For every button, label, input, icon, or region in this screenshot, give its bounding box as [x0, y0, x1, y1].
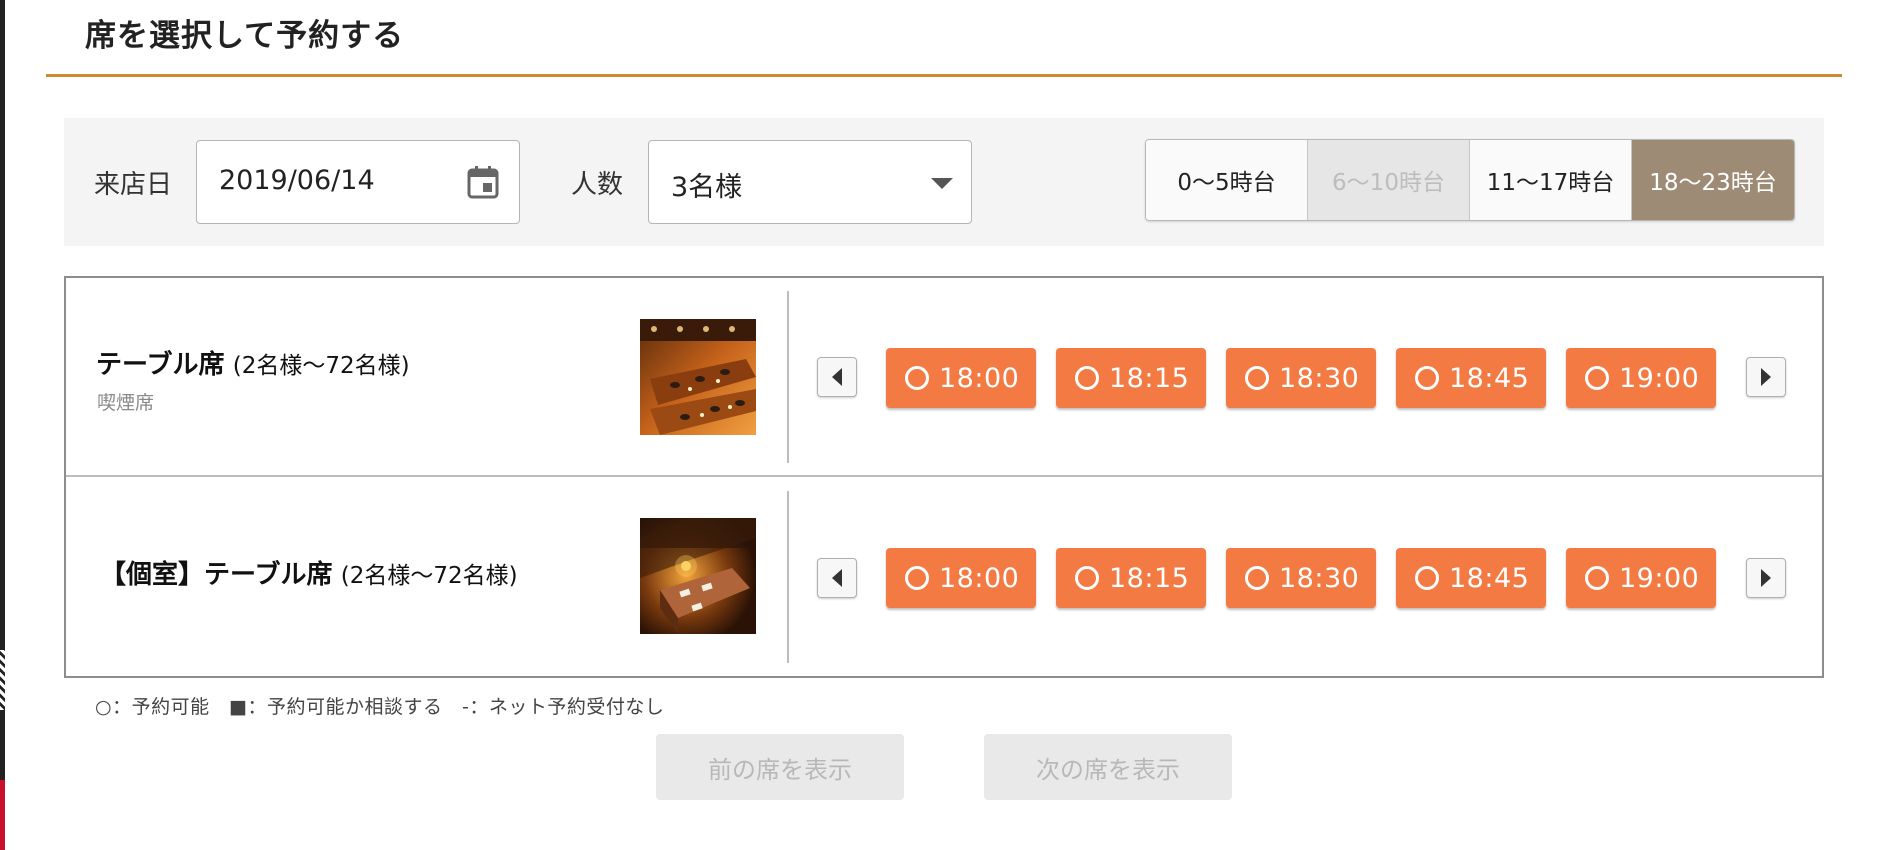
time-slot-button[interactable]: 18:15	[1056, 548, 1206, 608]
available-circle-icon	[1075, 566, 1099, 590]
row-divider	[787, 291, 789, 463]
seat-name: テーブル席 (2名様〜72名様)	[96, 344, 410, 381]
available-circle-icon	[1585, 366, 1609, 390]
title-divider	[46, 74, 1842, 77]
chevron-down-icon	[931, 178, 953, 189]
seat-capacity: (2名様〜72名様)	[340, 563, 518, 589]
private-room-photo	[640, 518, 756, 634]
page-title: 席を選択して予約する	[85, 18, 405, 54]
hour-range-18-23[interactable]: 18〜23時台	[1632, 140, 1794, 220]
availability-legend: ○：予約可能 ■：予約可能か相談する -：ネット予約受付なし	[95, 696, 665, 718]
seat-capacity: (2名様〜72名様)	[232, 353, 410, 379]
prev-times-button[interactable]	[817, 357, 857, 397]
available-circle-icon	[1585, 566, 1609, 590]
chevron-left-icon	[832, 569, 842, 587]
date-field[interactable]: 2019/06/14	[196, 140, 520, 224]
seat-row-private-room: 【個室】テーブル席 (2名様〜72名様) 18:00 18:15 18:30 1…	[66, 478, 1822, 677]
prev-times-button[interactable]	[817, 558, 857, 598]
seat-name: 【個室】テーブル席 (2名様〜72名様)	[100, 554, 518, 591]
next-times-button[interactable]	[1746, 558, 1786, 598]
available-circle-icon	[1245, 566, 1269, 590]
calendar-icon[interactable]	[467, 165, 499, 199]
row-divider	[787, 491, 789, 663]
time-slot-label: 18:00	[939, 562, 1020, 594]
time-slot-label: 19:00	[1619, 562, 1700, 594]
available-circle-icon	[905, 566, 929, 590]
next-seats-button: 次の席を表示	[984, 734, 1232, 800]
time-slot-label: 18:30	[1279, 362, 1360, 394]
time-slot-label: 19:00	[1619, 362, 1700, 394]
time-slot-button[interactable]: 18:00	[886, 548, 1036, 608]
chevron-left-icon	[832, 368, 842, 386]
party-size-select[interactable]: 3名様	[648, 140, 972, 224]
time-slot-button[interactable]: 18:45	[1396, 348, 1546, 408]
hour-range-11-17[interactable]: 11〜17時台	[1470, 140, 1632, 220]
available-circle-icon	[1075, 366, 1099, 390]
edge-accent	[0, 780, 5, 850]
date-value: 2019/06/14	[219, 165, 375, 196]
time-slot-button[interactable]: 18:30	[1226, 348, 1376, 408]
time-slot-label: 18:00	[939, 362, 1020, 394]
time-slot-label: 18:15	[1109, 562, 1190, 594]
seat-type: テーブル席	[96, 350, 225, 380]
hour-range-6-10: 6〜10時台	[1308, 140, 1470, 220]
time-slot-label: 18:15	[1109, 362, 1190, 394]
prev-seats-button: 前の席を表示	[656, 734, 904, 800]
party-size-value: 3名様	[671, 172, 743, 203]
date-label: 来店日	[94, 170, 173, 200]
available-circle-icon	[1415, 566, 1439, 590]
time-slot-button[interactable]: 18:45	[1396, 548, 1546, 608]
seat-type: 【個室】テーブル席	[100, 560, 333, 590]
time-slot-button[interactable]: 19:00	[1566, 548, 1716, 608]
hour-range-0-5[interactable]: 0〜5時台	[1146, 140, 1308, 220]
time-slot-label: 18:45	[1449, 362, 1530, 394]
edge-pattern	[0, 650, 5, 710]
time-slot-label: 18:30	[1279, 562, 1360, 594]
time-slot-button[interactable]: 19:00	[1566, 348, 1716, 408]
time-slot-button[interactable]: 18:00	[886, 348, 1036, 408]
available-circle-icon	[1415, 366, 1439, 390]
chevron-right-icon	[1761, 569, 1771, 587]
seat-note: 喫煙席	[97, 392, 155, 414]
time-slot-button[interactable]: 18:30	[1226, 548, 1376, 608]
hour-range-selector: 0〜5時台 6〜10時台 11〜17時台 18〜23時台	[1145, 139, 1795, 221]
available-circle-icon	[905, 366, 929, 390]
time-slot-label: 18:45	[1449, 562, 1530, 594]
window-left-edge	[0, 0, 5, 850]
next-times-button[interactable]	[1746, 357, 1786, 397]
time-slot-button[interactable]: 18:15	[1056, 348, 1206, 408]
party-size-label: 人数	[571, 170, 624, 200]
seat-table: テーブル席 (2名様〜72名様) 喫煙席 18:00 18:15 18:30 1…	[64, 276, 1824, 678]
available-circle-icon	[1245, 366, 1269, 390]
restaurant-table-photo	[640, 319, 756, 435]
chevron-right-icon	[1761, 368, 1771, 386]
seat-row-table: テーブル席 (2名様〜72名様) 喫煙席 18:00 18:15 18:30 1…	[66, 278, 1822, 477]
